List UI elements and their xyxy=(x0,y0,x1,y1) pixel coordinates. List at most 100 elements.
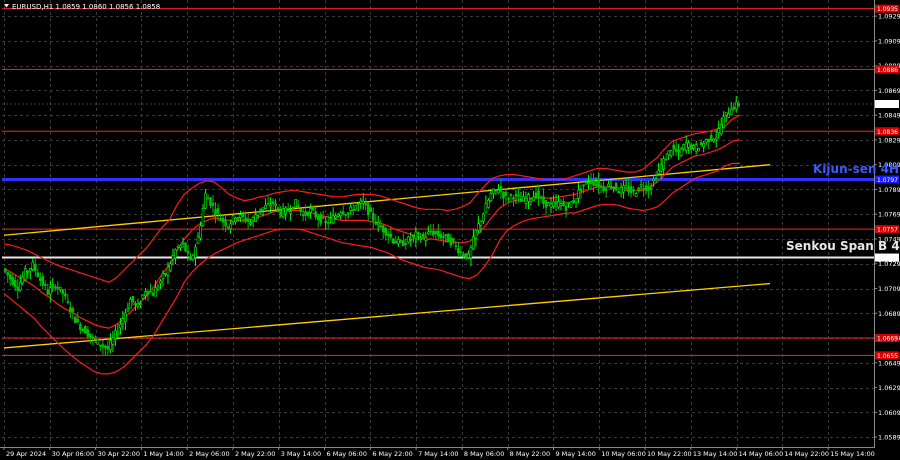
candle-body xyxy=(304,211,307,216)
level-label: 1.0669 xyxy=(877,336,898,343)
candle-body xyxy=(294,199,297,208)
candle-body xyxy=(64,293,67,297)
candle-body xyxy=(179,245,182,248)
candle-body xyxy=(599,185,603,187)
candle-body xyxy=(669,150,673,156)
candle-body xyxy=(489,192,493,202)
candle-body xyxy=(662,158,665,170)
candle-body xyxy=(71,308,75,313)
candle-body xyxy=(379,225,383,228)
candle-body xyxy=(236,217,240,219)
candle-body xyxy=(254,214,257,223)
candle-body xyxy=(532,196,535,201)
candle-body xyxy=(18,282,22,291)
candle-body xyxy=(709,134,713,141)
kijun-annotation: Kijun-sen 4H xyxy=(813,162,899,176)
candle-body xyxy=(336,214,340,217)
candle-body xyxy=(356,203,360,205)
candle-body xyxy=(86,329,90,337)
candle-body xyxy=(339,212,343,216)
candle-body xyxy=(136,303,140,307)
candle-body xyxy=(121,318,125,324)
candle-body xyxy=(141,294,145,299)
candle-body xyxy=(404,242,408,245)
candle-body xyxy=(497,189,500,194)
candle-body xyxy=(246,218,250,223)
candle-body xyxy=(492,188,495,194)
candle-body xyxy=(359,200,363,204)
candle-body xyxy=(279,210,282,217)
candle-body xyxy=(54,286,57,289)
candle-body xyxy=(211,202,215,206)
candle-body xyxy=(434,230,438,235)
candle-body xyxy=(209,197,212,206)
candle-body xyxy=(567,202,570,205)
candle-body xyxy=(154,287,157,297)
candle-body xyxy=(619,186,623,194)
candle-body xyxy=(28,268,32,272)
candle-body xyxy=(427,231,430,234)
candle-body xyxy=(49,287,52,295)
candle-body xyxy=(617,191,620,194)
x-tick-label: 10 May 22:00 xyxy=(647,450,692,458)
candle-body xyxy=(622,185,625,193)
candle-body xyxy=(614,182,618,191)
candle-body xyxy=(712,138,716,142)
candle-body xyxy=(31,261,35,270)
candle-body xyxy=(374,221,378,225)
candle-body xyxy=(449,237,453,246)
candle-body xyxy=(649,186,653,189)
candle-body xyxy=(146,290,150,295)
x-tick-label: 6 May 06:00 xyxy=(327,450,367,458)
candle-body xyxy=(369,207,373,213)
candle-body xyxy=(91,336,95,339)
candle-body xyxy=(181,241,185,244)
candle-body xyxy=(269,204,272,208)
candle-body xyxy=(629,186,633,194)
candle-body xyxy=(354,205,358,211)
candle-body xyxy=(674,148,678,152)
candle-body xyxy=(394,240,398,244)
x-tick-label: 6 May 22:00 xyxy=(372,450,412,458)
candle-body xyxy=(306,211,310,217)
y-tick-label: 1.0629 xyxy=(878,384,900,392)
candle-body xyxy=(361,200,365,204)
y-tick-label: 1.0609 xyxy=(878,409,900,417)
candle-body xyxy=(291,206,295,210)
candle-body xyxy=(632,189,635,192)
candle-body xyxy=(341,211,345,215)
y-tick-label: 1.0849 xyxy=(878,112,900,120)
candle-body xyxy=(584,181,588,183)
candle-body xyxy=(564,205,568,211)
level-label: 1.0886 xyxy=(877,67,898,74)
candle-body xyxy=(126,308,130,312)
candle-body xyxy=(637,187,640,192)
candle-body xyxy=(542,196,545,204)
candle-body xyxy=(206,197,210,200)
candle-body xyxy=(612,187,615,190)
candle-body xyxy=(274,203,277,206)
candle-body xyxy=(319,214,322,224)
level-label: 1.0655 xyxy=(877,353,898,360)
candle-body xyxy=(16,286,20,291)
candle-body xyxy=(21,276,25,284)
candle-body xyxy=(502,191,505,199)
candle-body xyxy=(106,346,110,350)
candle-body xyxy=(334,215,338,219)
candle-body xyxy=(249,222,252,225)
candle-body xyxy=(33,263,37,271)
candle-body xyxy=(657,170,660,174)
candle-body xyxy=(544,200,548,208)
candle-body xyxy=(169,263,172,271)
candle-body xyxy=(396,239,400,244)
candle-body xyxy=(524,198,528,204)
candle-body xyxy=(399,240,403,243)
candle-body xyxy=(517,194,520,197)
candle-body xyxy=(6,272,10,276)
symbol-header: EURUSD,H1 1.0859 1.0860 1.0856 1.0858 xyxy=(4,3,160,11)
candle-body xyxy=(174,249,177,259)
candle-body xyxy=(572,199,575,203)
candle-body xyxy=(119,324,122,329)
candle-body xyxy=(482,213,485,222)
level-label: 1.0836 xyxy=(877,129,898,136)
